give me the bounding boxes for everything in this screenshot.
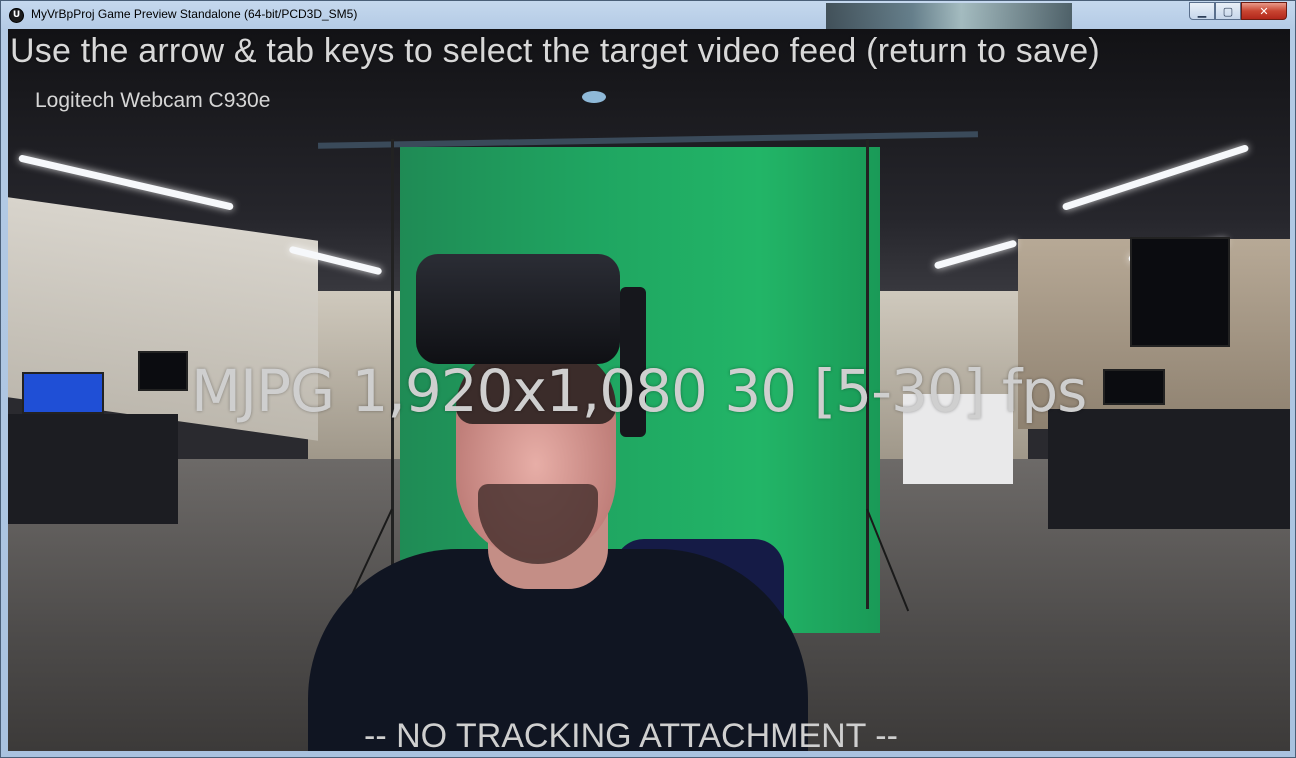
- game-preview-window: U MyVrBpProj Game Preview Standalone (64…: [0, 0, 1296, 758]
- video-format-label: MJPG 1,920x1,080 30 [5-30] fps: [191, 357, 1087, 425]
- maximize-button[interactable]: ▢: [1215, 2, 1241, 20]
- window-title: MyVrBpProj Game Preview Standalone (64-b…: [31, 7, 358, 21]
- minimize-button[interactable]: ▁: [1189, 2, 1215, 20]
- unreal-engine-icon[interactable]: U: [9, 8, 24, 23]
- tracking-status-label: -- NO TRACKING ATTACHMENT --: [364, 717, 898, 751]
- instruction-text: Use the arrow & tab keys to select the t…: [10, 32, 1100, 70]
- close-icon: ✕: [1259, 4, 1269, 18]
- title-bar[interactable]: U MyVrBpProj Game Preview Standalone (64…: [1, 1, 1295, 29]
- vr-headset: [416, 254, 620, 364]
- maximize-icon: ▢: [1222, 4, 1234, 18]
- minimize-icon: ▁: [1197, 4, 1207, 18]
- close-button[interactable]: ✕: [1241, 2, 1287, 20]
- caption-buttons: ▁ ▢ ✕: [1189, 2, 1287, 20]
- title-bar-background-photo: [826, 3, 1072, 29]
- video-feed-viewport[interactable]: Use the arrow & tab keys to select the t…: [8, 29, 1290, 751]
- device-name-label: Logitech Webcam C930e: [35, 89, 271, 112]
